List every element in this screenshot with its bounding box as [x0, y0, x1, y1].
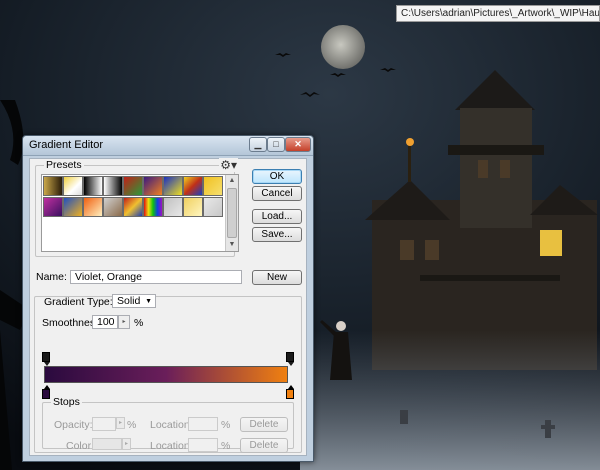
save-button[interactable]: Save... [252, 227, 302, 242]
gradient-editor-dialog: Gradient Editor ▁ □ ✕ Presets ⚙▾ ▲ ▼ OK … [22, 135, 314, 462]
gradient-type-label: Gradient Type: [44, 296, 113, 308]
preset-swatch[interactable] [123, 176, 143, 196]
cancel-button[interactable]: Cancel [252, 186, 302, 201]
stops-label: Stops [51, 396, 82, 408]
presets-group: Presets ⚙▾ ▲ ▼ [35, 158, 239, 257]
delete-color-stop-button[interactable]: Delete [240, 438, 288, 453]
preset-swatch[interactable] [183, 197, 203, 217]
smoothness-field[interactable]: 100 [92, 315, 118, 329]
color-location-label: Location: [150, 440, 193, 452]
new-button[interactable]: New [252, 270, 302, 285]
preset-swatch[interactable] [163, 176, 183, 196]
color-stop-left[interactable] [42, 385, 50, 399]
delete-opacity-stop-button[interactable]: Delete [240, 417, 288, 432]
opacity-location-field[interactable] [188, 417, 218, 431]
preset-swatch[interactable] [43, 197, 63, 217]
minimize-icon: ▁ [254, 139, 262, 149]
maximize-button[interactable]: □ [267, 137, 285, 152]
stop-color-swatch[interactable] [92, 438, 122, 450]
smoothness-stepper[interactable]: ▸ [118, 315, 130, 329]
dialog-client-area: Presets ⚙▾ ▲ ▼ OK Cancel Load... Save...… [29, 158, 307, 456]
minimize-button[interactable]: ▁ [249, 137, 267, 152]
preset-swatch[interactable] [183, 176, 203, 196]
swatch-grid [43, 176, 223, 220]
presets-scrollbar[interactable]: ▲ ▼ [225, 175, 238, 251]
window-title: Gradient Editor [29, 139, 103, 151]
maximize-icon: □ [273, 139, 279, 149]
opacity-stepper[interactable]: ▸ [116, 417, 125, 429]
preset-swatch[interactable] [43, 176, 63, 196]
preset-swatch[interactable] [63, 197, 83, 217]
preset-swatch[interactable] [203, 176, 223, 196]
color-location-field[interactable] [188, 438, 218, 452]
preset-swatch[interactable] [103, 176, 123, 196]
preset-swatch[interactable] [143, 176, 163, 196]
preset-swatch[interactable] [163, 197, 183, 217]
opacity-unit: % [127, 419, 137, 431]
preset-swatch[interactable] [123, 197, 143, 217]
gradient-type-select[interactable]: Solid ▼ [112, 294, 156, 308]
preset-swatch[interactable] [83, 176, 103, 196]
ok-button[interactable]: OK [252, 169, 302, 184]
color-location-unit: % [221, 440, 231, 452]
chevron-down-icon: ▼ [145, 298, 152, 305]
opacity-label: Opacity: [54, 419, 93, 431]
presets-label: Presets [44, 159, 84, 171]
opacity-field[interactable] [92, 417, 116, 431]
preset-swatch[interactable] [143, 197, 163, 217]
load-button[interactable]: Load... [252, 209, 302, 224]
preset-swatch[interactable] [203, 197, 223, 217]
name-field[interactable]: Violet, Orange [70, 270, 242, 284]
opacity-location-label: Location: [150, 419, 193, 431]
file-path-tooltip: C:\Users\adrian\Pictures\_Artwork\_WIP\H… [396, 5, 600, 22]
opacity-stop-left[interactable] [42, 352, 50, 366]
scroll-thumb[interactable] [227, 188, 237, 238]
color-label: Color: [66, 440, 95, 452]
smoothness-unit: % [134, 317, 144, 329]
preset-swatches: ▲ ▼ [41, 174, 239, 252]
preset-swatch[interactable] [83, 197, 103, 217]
title-bar[interactable]: Gradient Editor ▁ □ ✕ [23, 136, 313, 156]
scroll-down-icon[interactable]: ▼ [226, 239, 238, 251]
color-stop-right[interactable] [286, 385, 294, 399]
stop-color-menu[interactable]: ▸ [122, 438, 131, 450]
scroll-up-icon[interactable]: ▲ [226, 175, 238, 187]
moon [321, 25, 365, 69]
preset-swatch[interactable] [63, 176, 83, 196]
opacity-stop-right[interactable] [286, 352, 294, 366]
close-icon: ✕ [294, 139, 302, 149]
name-label: Name: [36, 271, 67, 283]
gradient-type-value: Solid [117, 295, 141, 307]
gear-icon[interactable]: ⚙▾ [219, 158, 238, 172]
opacity-location-unit: % [221, 419, 231, 431]
preset-swatch[interactable] [103, 197, 123, 217]
gradient-preview-bar[interactable] [44, 366, 288, 383]
close-button[interactable]: ✕ [285, 137, 311, 152]
